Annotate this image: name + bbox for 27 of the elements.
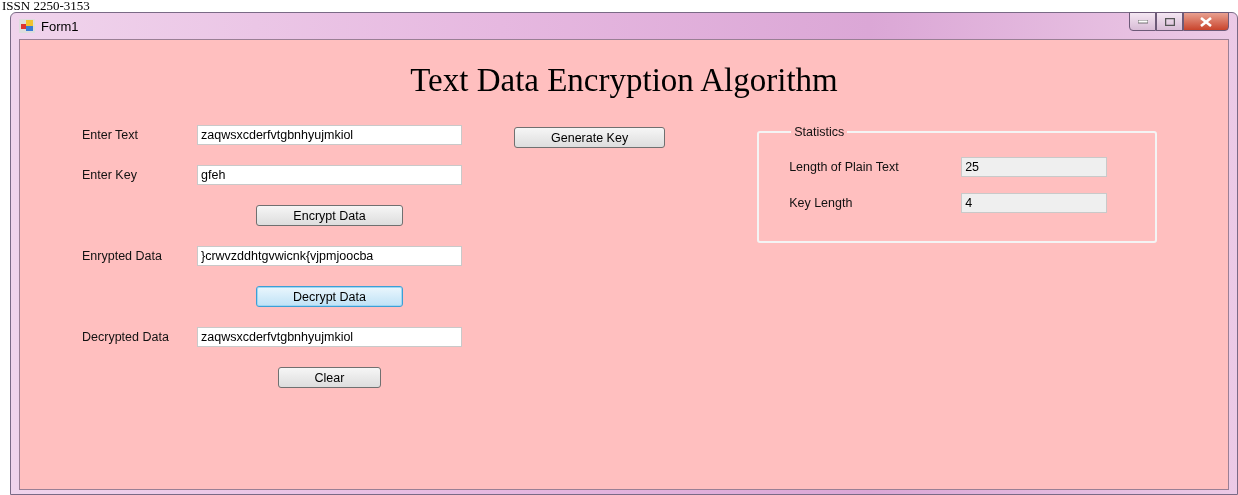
maximize-icon bbox=[1164, 17, 1175, 26]
form-icon bbox=[19, 19, 35, 33]
text-field[interactable]: gfeh bbox=[197, 165, 462, 185]
action-button[interactable]: Encrypt Data bbox=[256, 205, 403, 226]
statistic-label: Key Length bbox=[789, 196, 854, 210]
statistic-field[interactable]: 25 bbox=[961, 157, 1108, 177]
field-label: Enter Text bbox=[82, 128, 140, 142]
field-label: Enter Key bbox=[82, 168, 138, 182]
text-field[interactable]: zaqwsxcderfvtgbnhyujmkiol bbox=[197, 125, 462, 145]
generate-key-button[interactable]: Generate Key bbox=[514, 127, 666, 148]
maximize-button[interactable] bbox=[1156, 12, 1183, 31]
statistic-field[interactable]: 4 bbox=[961, 193, 1108, 213]
text-field[interactable]: }crwvzddhtgvwicnk{vjpmjoocba bbox=[197, 246, 462, 266]
field-label: Decrypted Data bbox=[82, 330, 170, 344]
action-button[interactable]: Decrypt Data bbox=[256, 286, 403, 307]
action-button[interactable]: Clear bbox=[277, 367, 382, 388]
text-field[interactable]: zaqwsxcderfvtgbnhyujmkiol bbox=[197, 327, 462, 347]
close-icon bbox=[1200, 16, 1212, 27]
group-title: Statistics bbox=[793, 125, 846, 139]
window-title: Form1 bbox=[41, 18, 79, 34]
page-header: ISSN 2250-3153 bbox=[1, 0, 90, 12]
form-heading: Text Data Encryption Algorithm bbox=[409, 62, 839, 99]
close-button[interactable] bbox=[1183, 12, 1229, 31]
field-label: Enrypted Data bbox=[82, 249, 163, 263]
statistic-label: Length of Plain Text bbox=[789, 160, 900, 174]
minimize-button[interactable] bbox=[1129, 12, 1156, 31]
minimize-icon bbox=[1137, 19, 1148, 24]
